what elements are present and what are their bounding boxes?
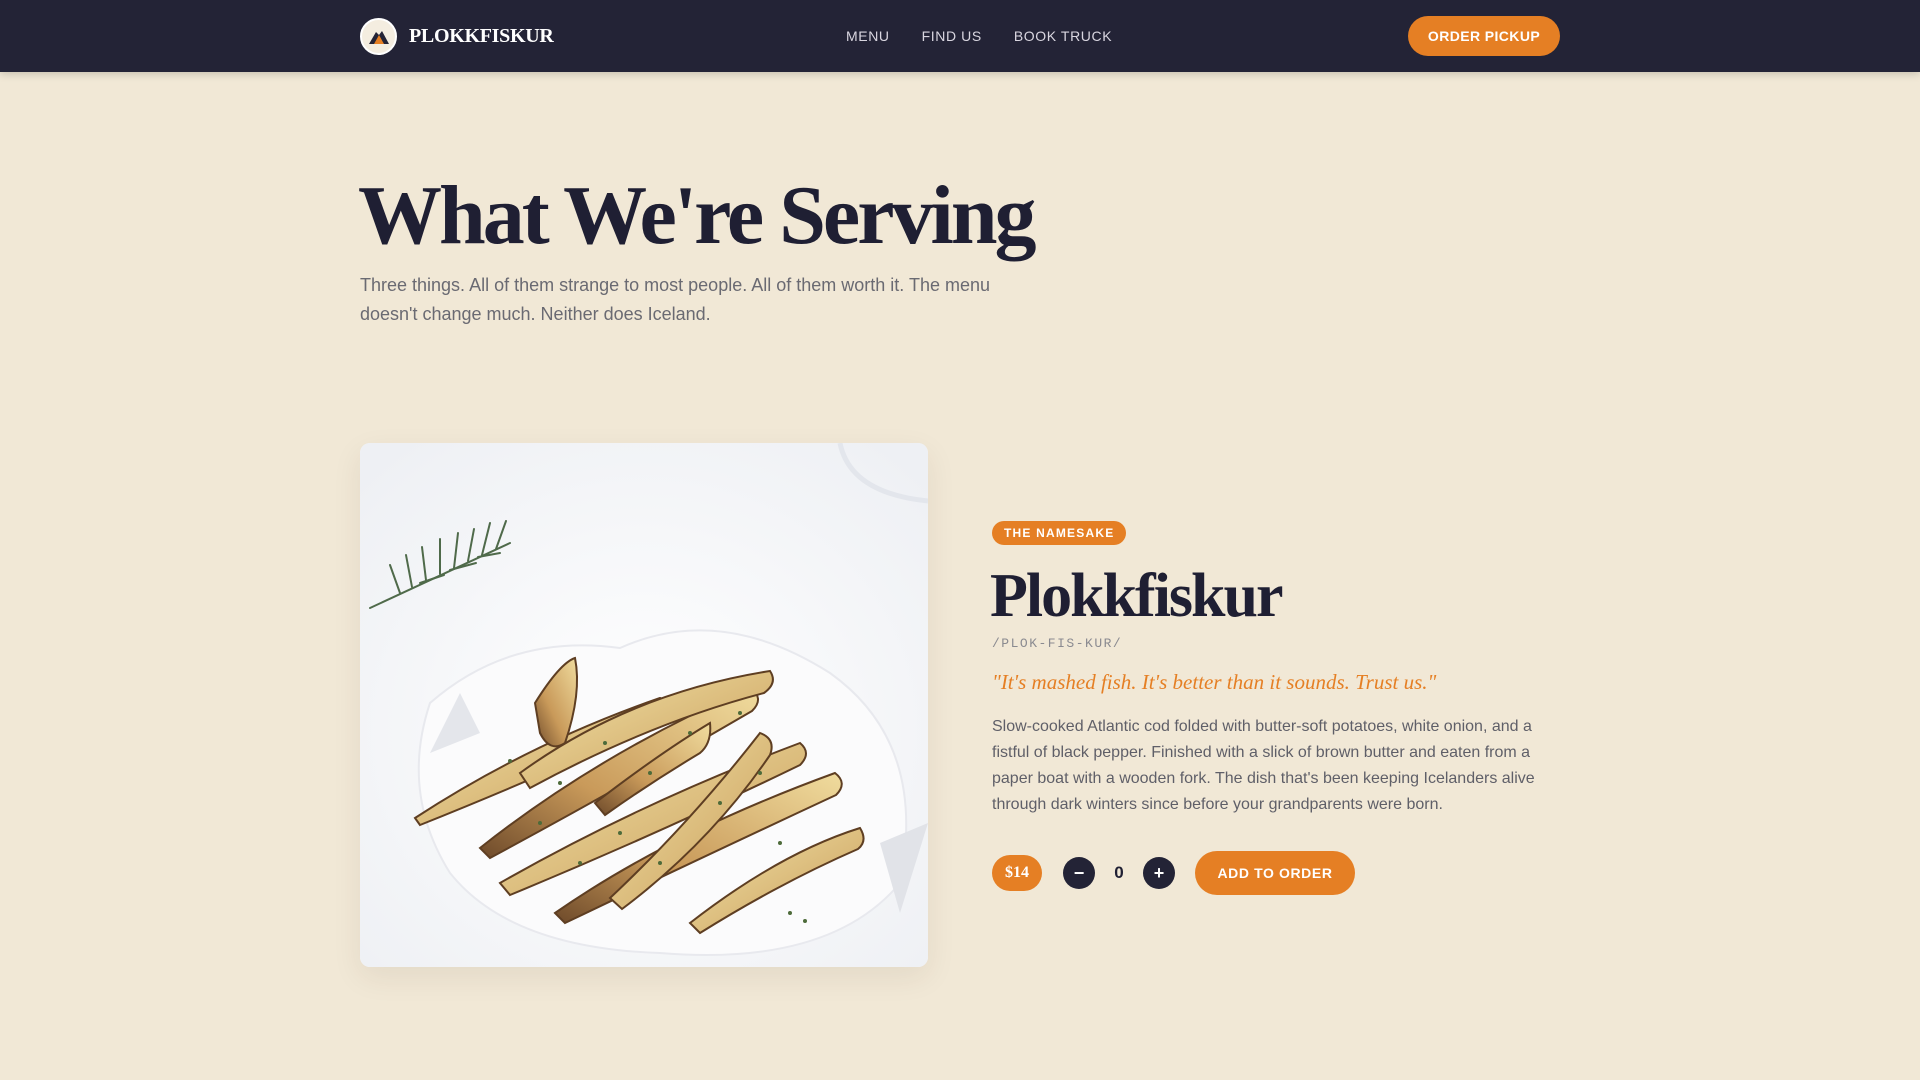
- item-pronunciation: /PLOK-FIS-KUR/: [992, 636, 1123, 651]
- decrease-quantity-button[interactable]: −: [1063, 857, 1095, 889]
- item-description: Slow-cooked Atlantic cod folded with but…: [992, 718, 1535, 813]
- nav-link-find-us[interactable]: FIND US: [922, 28, 982, 44]
- volcano-logo-icon: [360, 17, 397, 55]
- page-subtitle: Three things. All of them strange to mos…: [360, 275, 990, 324]
- nav-link-menu[interactable]: MENU: [846, 28, 890, 44]
- namesake-badge: THE NAMESAKE: [992, 521, 1127, 545]
- increase-quantity-button[interactable]: +: [1143, 857, 1175, 889]
- order-pickup-button[interactable]: ORDER PICKUP: [1408, 16, 1560, 56]
- top-navbar: PLOKKFISKUR MENU FIND US BOOK TRUCK ORDE…: [0, 0, 1920, 72]
- item-name: Plokkfiskur: [990, 562, 1284, 630]
- item-quote: "It's mashed fish. It's better than it s…: [992, 670, 1437, 694]
- quantity-value: 0: [1114, 863, 1124, 882]
- page-title: What We're Serving: [358, 169, 1037, 262]
- order-controls: $14 − 0 + ADD TO ORDER: [992, 851, 1355, 895]
- nav-link-book-truck[interactable]: BOOK TRUCK: [1014, 28, 1112, 44]
- minus-icon: −: [1073, 863, 1085, 883]
- brand-home-link[interactable]: PLOKKFISKUR: [360, 17, 554, 55]
- add-to-order-button[interactable]: ADD TO ORDER: [1195, 851, 1355, 895]
- item-photo: [360, 443, 928, 967]
- brand-name: PLOKKFISKUR: [409, 24, 554, 47]
- nav-links: MENU FIND US BOOK TRUCK: [846, 0, 1112, 72]
- plus-icon: +: [1153, 863, 1165, 883]
- price-badge: $14: [992, 855, 1042, 891]
